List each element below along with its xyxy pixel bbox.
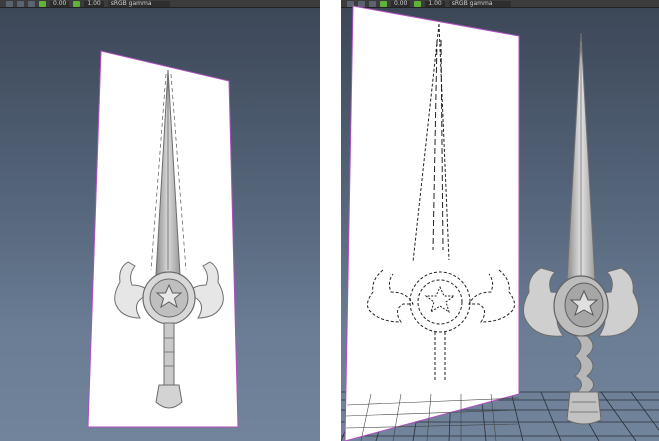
viewport-right[interactable]: 0.00 1.00 sRGB gamma [341, 0, 659, 441]
sword-model[interactable] [523, 32, 639, 425]
viewport-left-scene [87, 50, 239, 428]
image-plane[interactable] [344, 5, 520, 441]
viewport-right-scene [341, 5, 659, 441]
viewport-left[interactable]: 0.00 1.00 sRGB gamma [0, 0, 320, 441]
